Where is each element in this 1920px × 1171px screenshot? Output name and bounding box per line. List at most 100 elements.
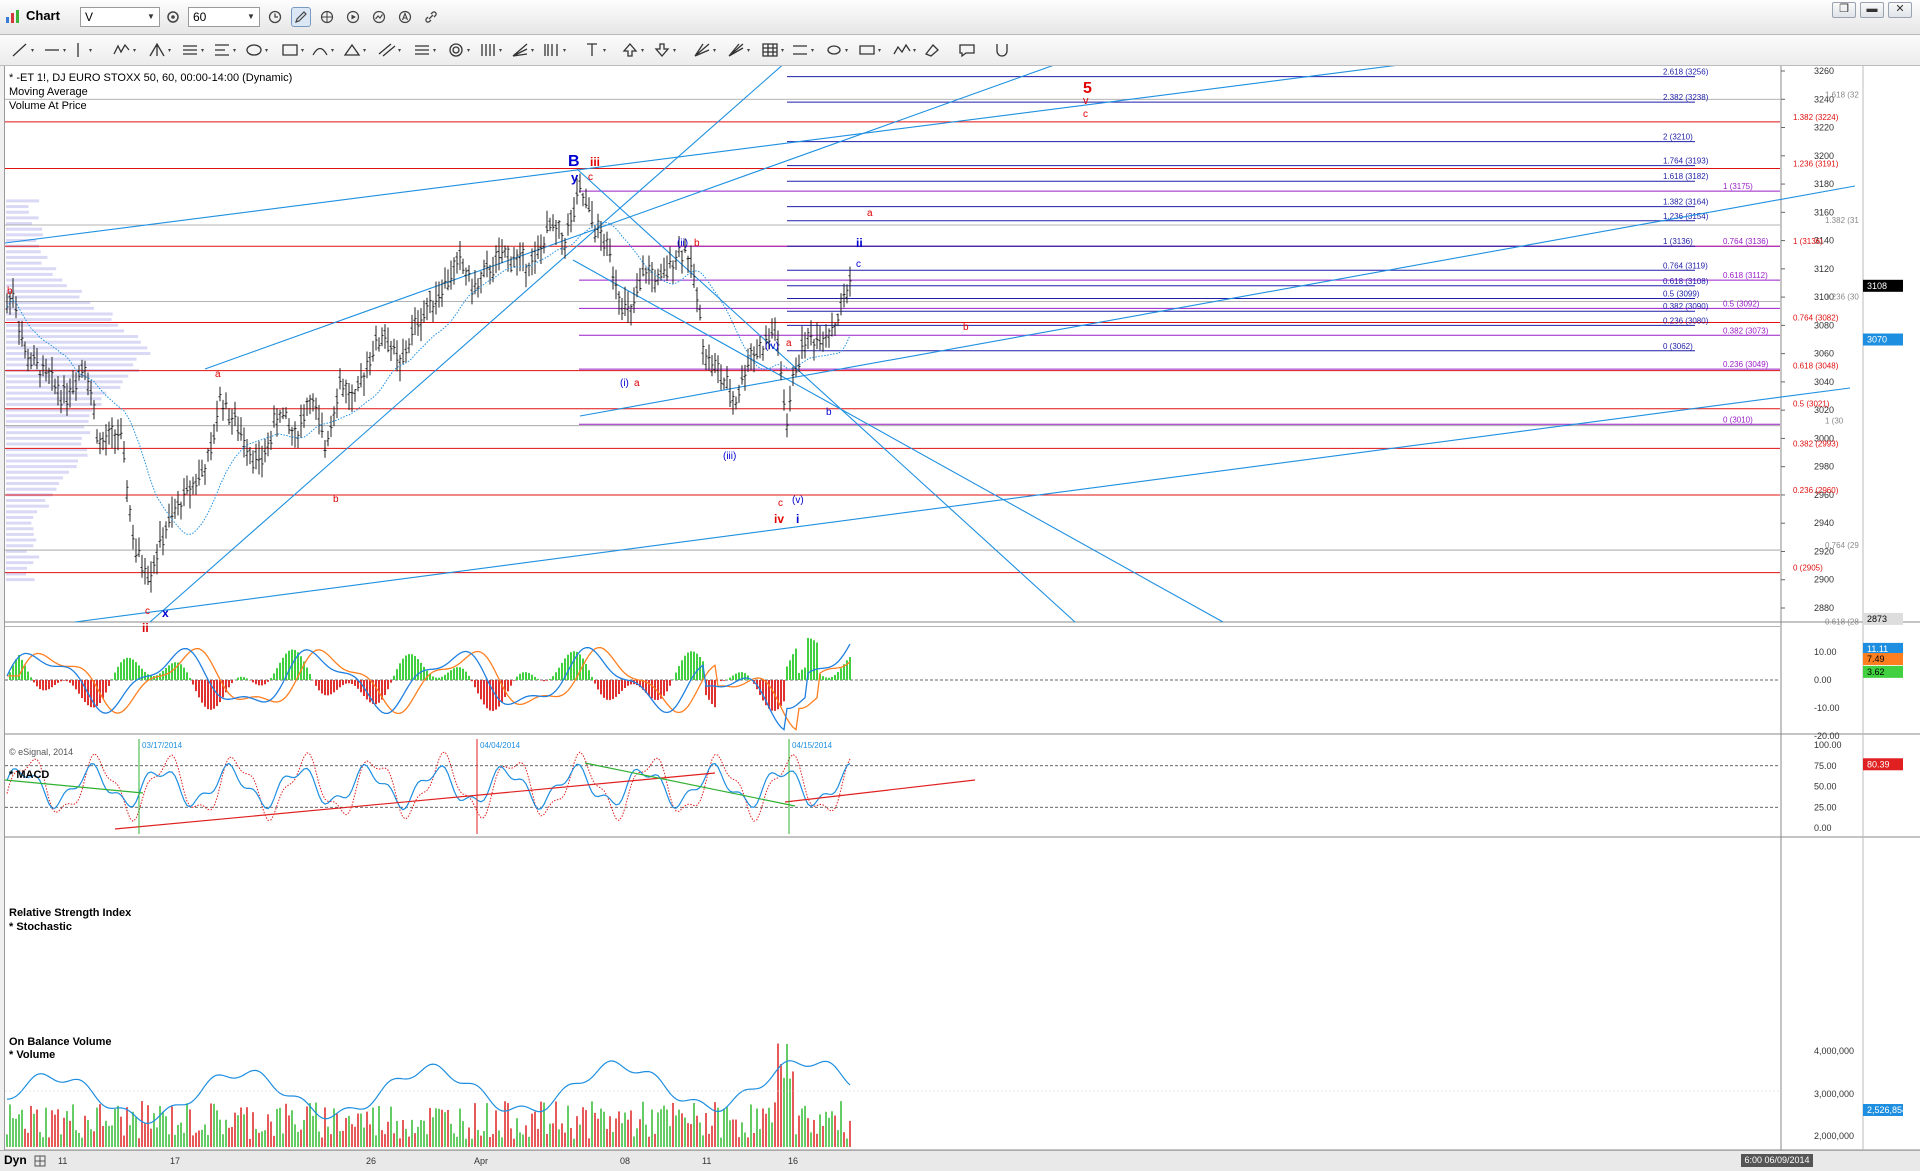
- vertical-line-tool-icon[interactable]: ▾: [66, 40, 92, 60]
- refresh-symbol-button[interactable]: [163, 7, 183, 27]
- rectangle-tool-icon[interactable]: ▾: [278, 40, 304, 60]
- chevron-down-icon[interactable]: ▼: [245, 8, 257, 26]
- study-volume-at-price[interactable]: Volume At Price: [9, 100, 87, 112]
- time-axis-bar[interactable]: Dyn 11 17 26 Apr 08 11 16 6:00 06/09/2014: [0, 1150, 1920, 1171]
- chevron-down-icon[interactable]: ▾: [363, 47, 366, 54]
- grid-icon[interactable]: [34, 1155, 46, 1167]
- chevron-down-icon[interactable]: ▾: [433, 47, 436, 54]
- volume-at-price-bar: [6, 510, 37, 513]
- volume-at-price-bar: [6, 431, 90, 434]
- volume-at-price-bar: [6, 465, 77, 468]
- wave-label: (v): [792, 495, 804, 506]
- chevron-down-icon[interactable]: ▾: [89, 47, 92, 54]
- chevron-down-icon[interactable]: ▾: [641, 47, 644, 54]
- symbol-input[interactable]: V ▼: [80, 7, 160, 27]
- volume-at-price-bar: [6, 561, 33, 564]
- chevron-down-icon[interactable]: ▼: [145, 8, 157, 26]
- chevron-down-icon[interactable]: ▾: [531, 47, 534, 54]
- pitch-tool-icon[interactable]: ▾: [822, 40, 848, 60]
- interval-input[interactable]: 60 ▼: [188, 7, 260, 27]
- obv-title[interactable]: On Balance Volume: [9, 1036, 112, 1048]
- fib-blue-label: 0.618 (3108): [1663, 277, 1709, 286]
- chevron-down-icon[interactable]: ▾: [603, 47, 606, 54]
- parallel-lines-tool-icon[interactable]: ▾: [410, 40, 436, 60]
- chevron-down-icon[interactable]: ▾: [747, 47, 750, 54]
- trend-zigzag-tool-icon[interactable]: ▾: [890, 40, 916, 60]
- eraser-tool-icon[interactable]: [920, 40, 946, 60]
- play-button[interactable]: [343, 7, 363, 27]
- chevron-down-icon[interactable]: ▾: [201, 47, 204, 54]
- crosshair-button[interactable]: [317, 7, 337, 27]
- chevron-down-icon[interactable]: ▾: [168, 47, 171, 54]
- grid-tool-icon[interactable]: ▾: [758, 40, 784, 60]
- restore-window-button[interactable]: ❐: [1832, 2, 1856, 18]
- chevron-down-icon[interactable]: ▾: [331, 47, 334, 54]
- elliott-wave-tool-icon[interactable]: ▾: [110, 40, 136, 60]
- minimize-window-button[interactable]: ▬: [1860, 2, 1884, 18]
- fib-circles-tool-icon[interactable]: ▾: [444, 40, 470, 60]
- chevron-down-icon[interactable]: ▾: [713, 47, 716, 54]
- cycle-lines-tool-icon[interactable]: ▾: [540, 40, 566, 60]
- chevron-down-icon[interactable]: ▾: [467, 47, 470, 54]
- chevron-down-icon[interactable]: ▾: [673, 47, 676, 54]
- volume-title[interactable]: * Volume: [9, 1049, 55, 1061]
- chart-area[interactable]: 3260 3240 3220 3200 3180 3160 3140 3120 3100 3080…: [4, 66, 1920, 1158]
- volume-at-price-bar: [6, 273, 53, 276]
- chevron-down-icon[interactable]: ▾: [499, 47, 502, 54]
- volume-at-price-bar: [6, 386, 120, 389]
- obv-value: 2,526,854: [1867, 1105, 1907, 1115]
- chevron-down-icon[interactable]: ▾: [265, 47, 268, 54]
- comment-tool-icon[interactable]: [955, 40, 981, 60]
- draw-mode-button[interactable]: [291, 7, 311, 27]
- clock-button[interactable]: [265, 7, 285, 27]
- fib-blue-label: 1 (3136): [1663, 237, 1693, 246]
- chevron-down-icon[interactable]: ▾: [563, 47, 566, 54]
- macd-title[interactable]: * MACD: [9, 769, 49, 781]
- triangle-tool-icon[interactable]: ▾: [340, 40, 366, 60]
- dynamic-label[interactable]: Dyn: [4, 1153, 27, 1167]
- chevron-down-icon[interactable]: ▾: [811, 47, 814, 54]
- fib-blue-label: 2 (3210): [1663, 133, 1693, 142]
- rsi-title[interactable]: Relative Strength Index: [9, 907, 131, 919]
- fib-retracement-tool-icon[interactable]: ▾: [178, 40, 204, 60]
- line-tool-icon[interactable]: ▾: [8, 40, 34, 60]
- mob-tool-icon[interactable]: ▾: [788, 40, 814, 60]
- channel-tool-icon[interactable]: ▾: [375, 40, 401, 60]
- clock-icon: [268, 10, 282, 24]
- speed-lines-tool-icon[interactable]: ▾: [724, 40, 750, 60]
- chevron-down-icon[interactable]: ▾: [781, 47, 784, 54]
- chevron-down-icon[interactable]: ▾: [878, 47, 881, 54]
- link-button[interactable]: [421, 7, 441, 27]
- arrow-up-tool-icon[interactable]: ▾: [618, 40, 644, 60]
- pti-tool-icon[interactable]: ▾: [855, 40, 881, 60]
- volume-at-price-bar: [6, 476, 63, 479]
- chevron-down-icon[interactable]: ▾: [398, 47, 401, 54]
- stoch-title[interactable]: * Stochastic: [9, 921, 72, 933]
- magnet-tool-icon[interactable]: [990, 40, 1016, 60]
- chart-canvas[interactable]: 3260324032203200318031603140312031003080…: [5, 66, 1920, 1150]
- chevron-down-icon[interactable]: ▾: [845, 47, 848, 54]
- volume-at-price-bar: [6, 262, 42, 265]
- arc-tool-icon[interactable]: ▾: [308, 40, 334, 60]
- study-moving-average[interactable]: Moving Average: [9, 86, 88, 98]
- volume-at-price-bar: [6, 544, 33, 547]
- fib-fan-tool-icon[interactable]: ▾: [508, 40, 534, 60]
- fib-time-tool-icon[interactable]: ▾: [476, 40, 502, 60]
- arrow-down-tool-icon[interactable]: ▾: [650, 40, 676, 60]
- chevron-down-icon[interactable]: ▾: [31, 47, 34, 54]
- pitchfork-tool-icon[interactable]: ▾: [145, 40, 171, 60]
- chevron-down-icon[interactable]: ▾: [133, 47, 136, 54]
- chevron-down-icon[interactable]: ▾: [913, 47, 916, 54]
- fib-extension-tool-icon[interactable]: ▾: [210, 40, 236, 60]
- volume-at-price-bar: [6, 279, 62, 282]
- fib-gray-label: 1.236 (30: [1825, 292, 1859, 301]
- alerts-button[interactable]: [395, 7, 415, 27]
- horizontal-line-tool-icon[interactable]: ▾: [40, 40, 66, 60]
- close-window-button[interactable]: ✕: [1888, 2, 1912, 18]
- performance-button[interactable]: [369, 7, 389, 27]
- ellipse-tool-icon[interactable]: ▾: [242, 40, 268, 60]
- gann-fan-tool-icon[interactable]: ▾: [690, 40, 716, 60]
- chevron-down-icon[interactable]: ▾: [301, 47, 304, 54]
- chevron-down-icon[interactable]: ▾: [233, 47, 236, 54]
- text-tool-icon[interactable]: ▾: [580, 40, 606, 60]
